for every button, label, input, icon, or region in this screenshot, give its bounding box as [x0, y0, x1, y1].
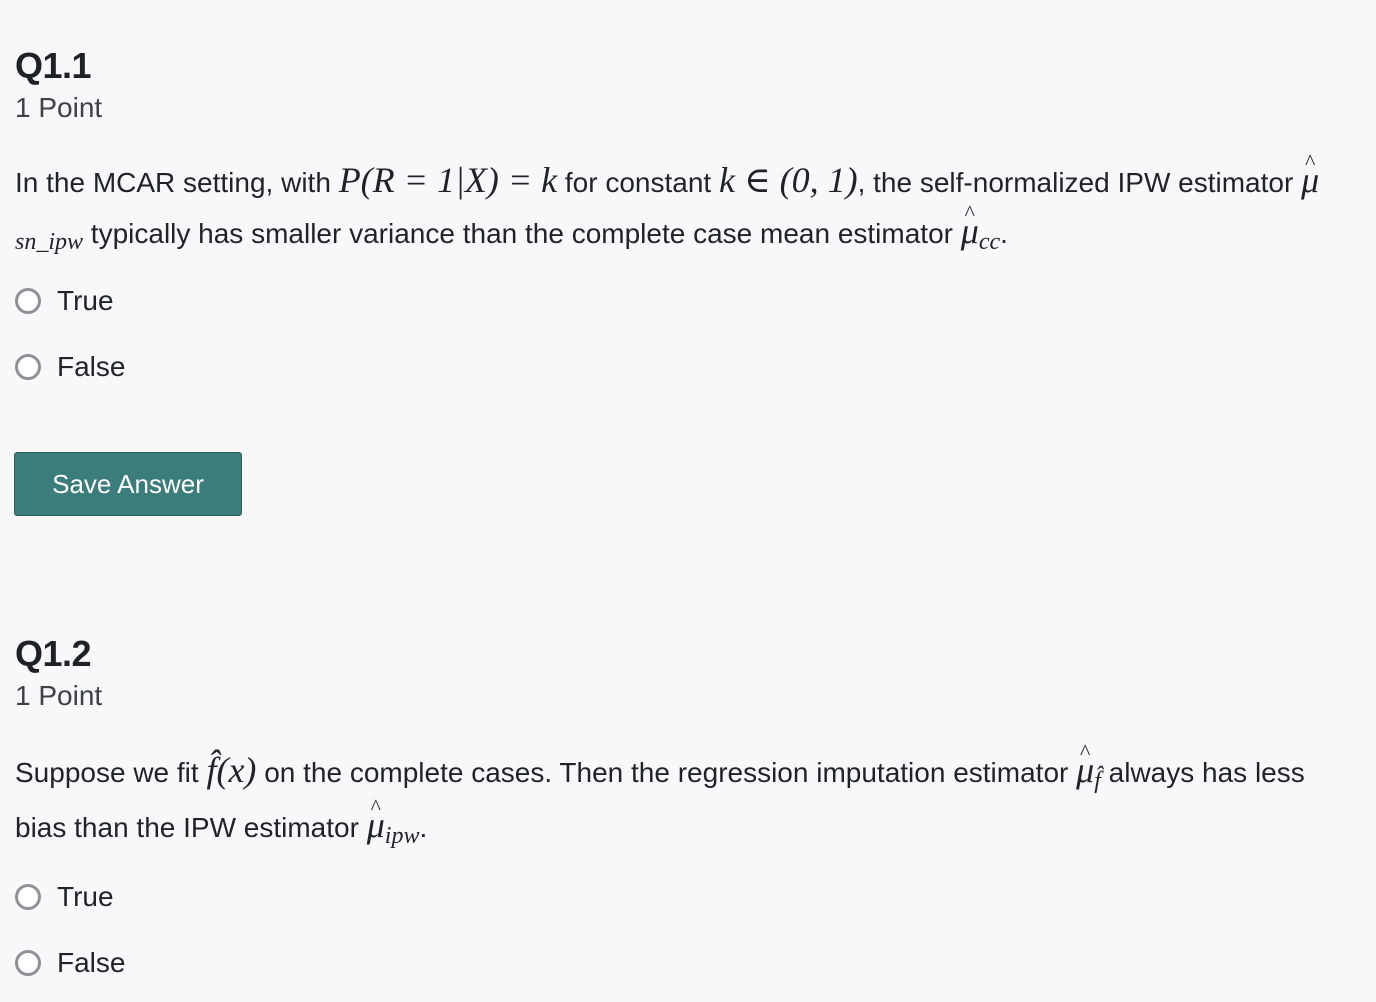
- radio-button[interactable]: [15, 354, 41, 380]
- option-label: True: [57, 285, 114, 316]
- mu-hat-symbol: μ: [1301, 156, 1319, 204]
- question-q1-1: Q1.1 1 Point In the MCAR setting, with P…: [15, 42, 1355, 400]
- question-text-segment: typically has smaller variance than the …: [83, 218, 961, 249]
- answer-options: True False: [15, 864, 1355, 996]
- option-label: False: [57, 947, 126, 978]
- option-false[interactable]: False: [15, 930, 1355, 996]
- option-label: True: [57, 881, 114, 912]
- math-expression: μipw: [367, 805, 420, 848]
- question-text-segment: Suppose we fit: [15, 757, 207, 788]
- radio-button[interactable]: [15, 288, 41, 314]
- radio-button[interactable]: [15, 884, 41, 910]
- question-text: In the MCAR setting, with P(R = 1|X) = k…: [15, 156, 1355, 258]
- question-title: Q1.2: [15, 633, 92, 674]
- math-expression: μcc: [961, 211, 1000, 254]
- question-points: 1 Point: [15, 680, 103, 711]
- math-subscript: ipw: [384, 823, 420, 849]
- option-label: False: [57, 351, 126, 382]
- math-expression: k ∈ (0, 1): [718, 160, 858, 200]
- math-subscript: f̂: [1094, 768, 1101, 794]
- question-q1-2: Q1.2 1 Point Suppose we fit f̂(x) on the…: [15, 630, 1355, 996]
- question-text: Suppose we fit f̂(x) on the complete cas…: [15, 744, 1355, 854]
- answer-options: True False: [15, 268, 1355, 400]
- math-expression: P(R = 1|X) = k: [338, 160, 558, 200]
- question-points: 1 Point: [15, 92, 103, 123]
- math-subscript: cc: [978, 229, 1001, 255]
- math-expression: f̂(x): [206, 750, 257, 790]
- option-true[interactable]: True: [15, 864, 1355, 930]
- math-expression: μf̂: [1076, 750, 1101, 793]
- option-false[interactable]: False: [15, 334, 1355, 400]
- radio-button[interactable]: [15, 950, 41, 976]
- option-true[interactable]: True: [15, 268, 1355, 334]
- question-text-segment: In the MCAR setting, with: [15, 167, 339, 198]
- mu-hat-symbol: μ: [961, 207, 979, 255]
- save-answer-button[interactable]: Save Answer: [14, 452, 242, 516]
- question-text-segment: for constant: [557, 167, 719, 198]
- question-text-segment: .: [419, 812, 428, 843]
- math-subscript: sn_ipw: [15, 229, 84, 255]
- question-title: Q1.1: [15, 45, 92, 86]
- mu-hat-symbol: μ: [367, 799, 385, 851]
- question-text-segment: .: [1000, 218, 1008, 249]
- mu-hat-symbol: μ: [1076, 744, 1094, 796]
- question-text-segment: , the self-normalized IPW estimator: [857, 167, 1302, 198]
